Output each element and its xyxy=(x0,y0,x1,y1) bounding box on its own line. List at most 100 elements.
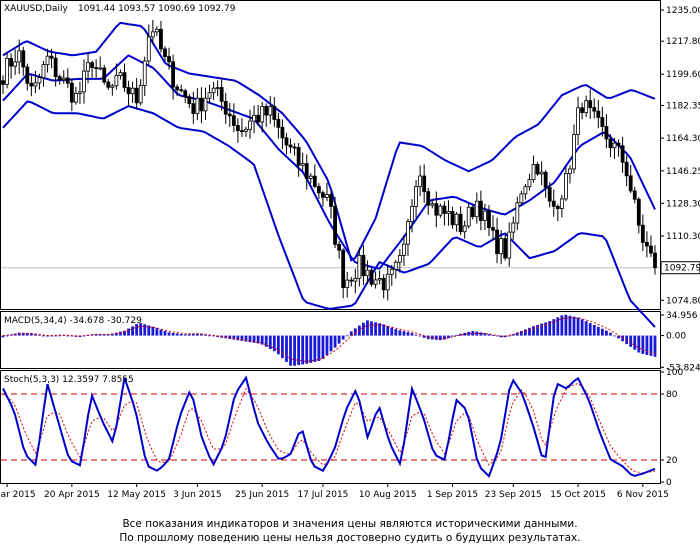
macd-bar xyxy=(167,332,171,336)
candle-body xyxy=(268,106,273,116)
candle-body xyxy=(402,243,406,256)
candle-body xyxy=(466,206,471,227)
ohlc-label: 1091.44 1093.57 1090.69 1092.79 xyxy=(78,4,236,14)
candle-body xyxy=(256,114,261,123)
candle-body xyxy=(163,48,167,57)
candle-body xyxy=(78,91,82,94)
candle-body xyxy=(353,277,358,282)
candle-body xyxy=(94,67,99,69)
candle-body xyxy=(604,126,609,140)
candle-body xyxy=(365,269,370,277)
candle-body xyxy=(288,144,293,148)
macd-bar xyxy=(362,322,365,336)
candle-body xyxy=(118,72,123,76)
macd-bar xyxy=(613,335,616,337)
disclaimer-line-1: Все показания индикаторов и значения цен… xyxy=(122,518,578,530)
macd-bar xyxy=(455,334,458,336)
candle-body xyxy=(373,279,378,285)
stoch-label: Stoch(5,3,3) 12.3597 7.8555 xyxy=(4,375,134,385)
candle-body xyxy=(580,107,585,114)
macd-bar xyxy=(438,335,442,341)
candle-body xyxy=(325,194,329,198)
candle-body xyxy=(316,185,321,194)
macd-bar xyxy=(568,315,572,336)
candle-body xyxy=(142,60,147,86)
macd-bar xyxy=(309,335,313,363)
candle-body xyxy=(341,249,346,289)
candle-body xyxy=(312,175,317,187)
macd-bar xyxy=(183,334,187,336)
candle-body xyxy=(179,89,184,92)
candle-body xyxy=(191,103,196,114)
macd-bar xyxy=(548,321,552,336)
price-tick-label: 1146.25 xyxy=(666,167,700,177)
candle-body xyxy=(138,85,143,104)
macd-bar xyxy=(329,335,333,352)
candle-body xyxy=(13,61,18,67)
macd-bar xyxy=(42,335,45,337)
macd-bar xyxy=(406,332,410,336)
candle-body xyxy=(211,87,216,94)
candle-body xyxy=(377,278,382,281)
candle-body xyxy=(381,278,386,291)
candle-body xyxy=(244,128,248,132)
candle-body xyxy=(86,62,90,72)
macd-tick-label: 34.956 xyxy=(666,311,698,321)
macd-bar xyxy=(333,335,337,348)
macd-bar xyxy=(637,335,641,353)
stoch-tick-label: 20 xyxy=(666,456,678,466)
candle-body xyxy=(45,55,50,66)
candle-body xyxy=(499,238,504,255)
macd-bar xyxy=(285,335,288,362)
candle-body xyxy=(276,118,281,128)
macd-bar xyxy=(123,330,126,336)
candle-body xyxy=(5,57,9,85)
macd-bar xyxy=(556,317,560,336)
candle-body xyxy=(385,273,390,291)
candle-body xyxy=(568,168,572,174)
x-tick-label: 1 Sep 2015 xyxy=(427,490,478,500)
x-tick-label: 17 Jul 2015 xyxy=(297,490,348,500)
candle-body xyxy=(175,86,180,91)
candle-body xyxy=(146,36,151,62)
macd-bar xyxy=(451,335,454,337)
macd-bar xyxy=(528,327,531,336)
macd-bar xyxy=(293,335,296,366)
macd-bar xyxy=(232,335,236,340)
candle-body xyxy=(296,147,301,166)
macd-bar xyxy=(208,335,211,337)
macd-bar xyxy=(633,335,637,350)
candle-body xyxy=(600,117,605,127)
candle-body xyxy=(304,163,309,179)
candle-body xyxy=(628,175,633,192)
candle-body xyxy=(576,107,580,135)
x-tick-label: 10 Aug 2015 xyxy=(359,490,417,500)
macd-bar xyxy=(321,335,325,359)
candle-body xyxy=(41,64,46,79)
candle-body xyxy=(608,138,613,149)
candle-body xyxy=(584,100,589,114)
candle-body xyxy=(410,205,414,222)
macd-bar xyxy=(289,335,292,366)
candle-body xyxy=(572,134,576,170)
candle-body xyxy=(183,90,188,98)
candle-body xyxy=(110,85,115,88)
candle-body xyxy=(547,187,552,202)
macd-bar xyxy=(394,329,398,336)
macd-bar xyxy=(390,327,394,336)
candle-body xyxy=(337,243,342,251)
candle-body xyxy=(640,224,645,243)
candle-body xyxy=(454,213,459,226)
candle-body xyxy=(636,198,641,226)
candle-body xyxy=(612,142,617,149)
candle-body xyxy=(195,97,200,114)
candle-body xyxy=(487,210,491,228)
macd-bar xyxy=(536,324,539,336)
candle-body xyxy=(357,254,362,279)
macd-bar xyxy=(605,330,608,336)
candle-body xyxy=(406,221,410,245)
candle-body xyxy=(187,96,192,105)
macd-bar xyxy=(131,326,134,336)
candle-body xyxy=(539,171,544,175)
candle-body xyxy=(397,255,402,263)
